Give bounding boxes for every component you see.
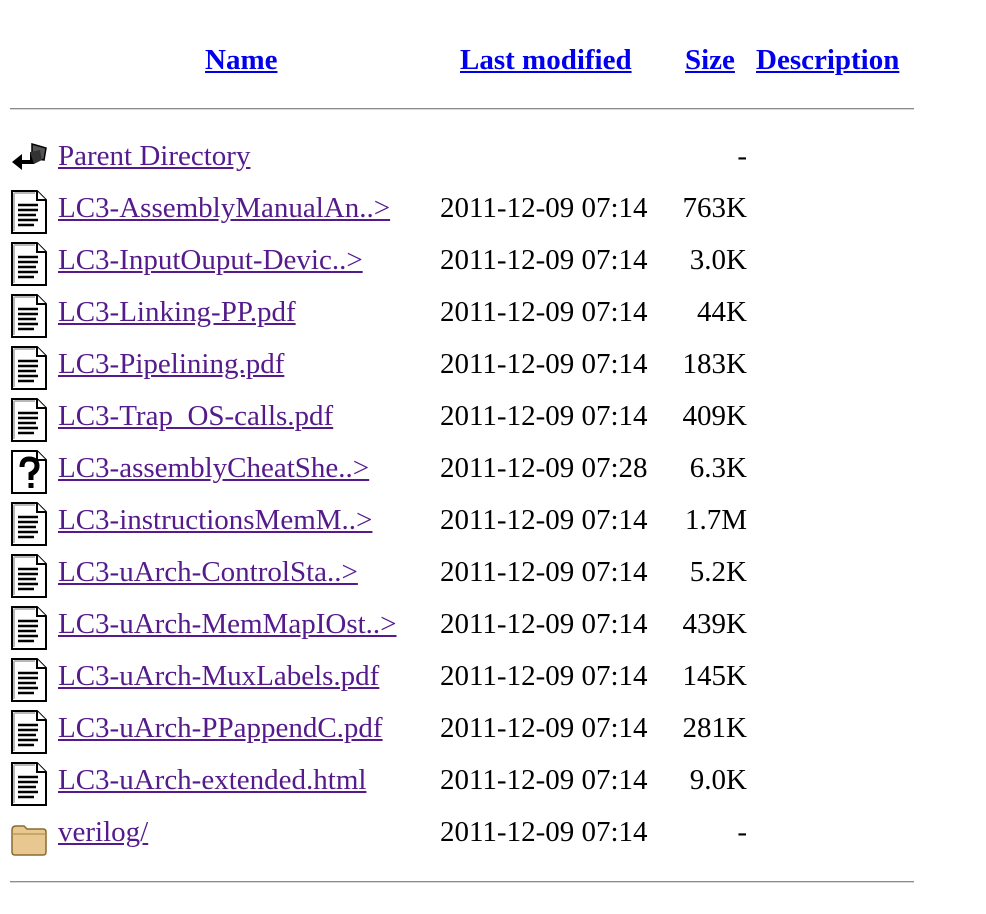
text-icon (10, 346, 48, 390)
file-row: LC3-assemblyCheatShe..> 2011-12-09 07:28… (0, 446, 986, 498)
last-modified-value: 2011-12-09 07:14 (440, 816, 648, 848)
file-link[interactable]: LC3-uArch-ControlSta..> (58, 556, 358, 589)
size-value: 409K (682, 400, 747, 432)
size-value: 145K (682, 660, 747, 692)
file-link[interactable]: LC3-AssemblyManualAn..> (58, 192, 390, 225)
column-header-row: Name Last modified Size Description (0, 44, 986, 84)
file-link[interactable]: LC3-assemblyCheatShe..> (58, 452, 369, 485)
sort-by-size-link[interactable]: Size (685, 44, 735, 77)
last-modified-value: 2011-12-09 07:14 (440, 400, 648, 432)
size-value: 3.0K (689, 244, 747, 276)
size-value: 6.3K (689, 452, 747, 484)
sort-by-name-label[interactable]: Name (205, 44, 277, 76)
file-link[interactable]: LC3-instructionsMemM..> (58, 504, 372, 537)
text-icon (10, 554, 48, 598)
file-link[interactable]: LC3-Pipelining.pdf (58, 348, 284, 381)
file-row: LC3-uArch-ControlSta..> 2011-12-09 07:14… (0, 550, 986, 602)
file-link[interactable]: LC3-uArch-extended.html (58, 764, 366, 797)
file-link[interactable]: LC3-Linking-PP.pdf (58, 296, 296, 329)
text-icon (10, 398, 48, 442)
file-row: LC3-uArch-extended.html 2011-12-09 07:14… (0, 758, 986, 810)
size-value: 183K (682, 348, 747, 380)
back-icon (10, 138, 48, 182)
file-row: LC3-uArch-PPappendC.pdf 2011-12-09 07:14… (0, 706, 986, 758)
file-row: LC3-InputOuput-Devic..> 2011-12-09 07:14… (0, 238, 986, 290)
file-link[interactable]: verilog/ (58, 816, 148, 849)
last-modified-value: 2011-12-09 07:14 (440, 712, 648, 744)
top-divider (10, 108, 914, 110)
size-value: 439K (682, 608, 747, 640)
file-row: LC3-Linking-PP.pdf 2011-12-09 07:14 44K (0, 290, 986, 342)
file-row: LC3-Trap_OS-calls.pdf 2011-12-09 07:14 4… (0, 394, 986, 446)
text-icon (10, 606, 48, 650)
file-link[interactable]: LC3-uArch-MemMapIOst..> (58, 608, 397, 641)
last-modified-value: 2011-12-09 07:14 (440, 764, 648, 796)
unknown-icon (10, 450, 48, 494)
size-value: 281K (682, 712, 747, 744)
file-row: LC3-uArch-MuxLabels.pdf 2011-12-09 07:14… (0, 654, 986, 706)
parent-directory-row: Parent Directory - (0, 134, 986, 186)
file-link[interactable]: LC3-uArch-PPappendC.pdf (58, 712, 383, 745)
file-row: LC3-AssemblyManualAn..> 2011-12-09 07:14… (0, 186, 986, 238)
file-listing: Parent Directory - LC3-AssemblyManualAn.… (0, 134, 986, 862)
size-value: - (737, 816, 747, 848)
file-row: verilog/ 2011-12-09 07:14 - (0, 810, 986, 862)
parent-directory-link[interactable]: Parent Directory (58, 140, 250, 173)
sort-by-last-modified-link[interactable]: Last modified (460, 44, 632, 77)
text-icon (10, 762, 48, 806)
last-modified-value: 2011-12-09 07:14 (440, 504, 648, 536)
text-icon (10, 294, 48, 338)
last-modified-value: 2011-12-09 07:14 (440, 244, 648, 276)
sort-by-size-label[interactable]: Size (685, 44, 735, 76)
text-icon (10, 190, 48, 234)
last-modified-value: 2011-12-09 07:14 (440, 608, 648, 640)
text-icon (10, 658, 48, 702)
sort-by-description-link[interactable]: Description (756, 44, 899, 77)
size-value: 763K (682, 192, 747, 224)
sort-by-description-label[interactable]: Description (756, 44, 899, 76)
bottom-divider (10, 881, 914, 883)
text-icon (10, 710, 48, 754)
size-value: 44K (697, 296, 747, 328)
last-modified-value: 2011-12-09 07:14 (440, 348, 648, 380)
last-modified-value: 2011-12-09 07:14 (440, 556, 648, 588)
file-link[interactable]: LC3-Trap_OS-calls.pdf (58, 400, 333, 433)
text-icon (10, 242, 48, 286)
sort-by-name-link[interactable]: Name (205, 44, 277, 77)
file-row: LC3-Pipelining.pdf 2011-12-09 07:14 183K (0, 342, 986, 394)
file-row: LC3-uArch-MemMapIOst..> 2011-12-09 07:14… (0, 602, 986, 654)
size-value: 1.7M (684, 504, 747, 536)
sort-by-last-modified-label[interactable]: Last modified (460, 44, 632, 76)
last-modified-value: 2011-12-09 07:14 (440, 296, 648, 328)
file-row: LC3-instructionsMemM..> 2011-12-09 07:14… (0, 498, 986, 550)
size-value: - (737, 140, 747, 172)
last-modified-value: 2011-12-09 07:28 (440, 452, 648, 484)
file-link[interactable]: LC3-uArch-MuxLabels.pdf (58, 660, 379, 693)
size-value: 5.2K (689, 556, 747, 588)
folder-icon (10, 814, 48, 858)
last-modified-value: 2011-12-09 07:14 (440, 660, 648, 692)
last-modified-value: 2011-12-09 07:14 (440, 192, 648, 224)
size-value: 9.0K (689, 764, 747, 796)
file-link[interactable]: LC3-InputOuput-Devic..> (58, 244, 363, 277)
text-icon (10, 502, 48, 546)
